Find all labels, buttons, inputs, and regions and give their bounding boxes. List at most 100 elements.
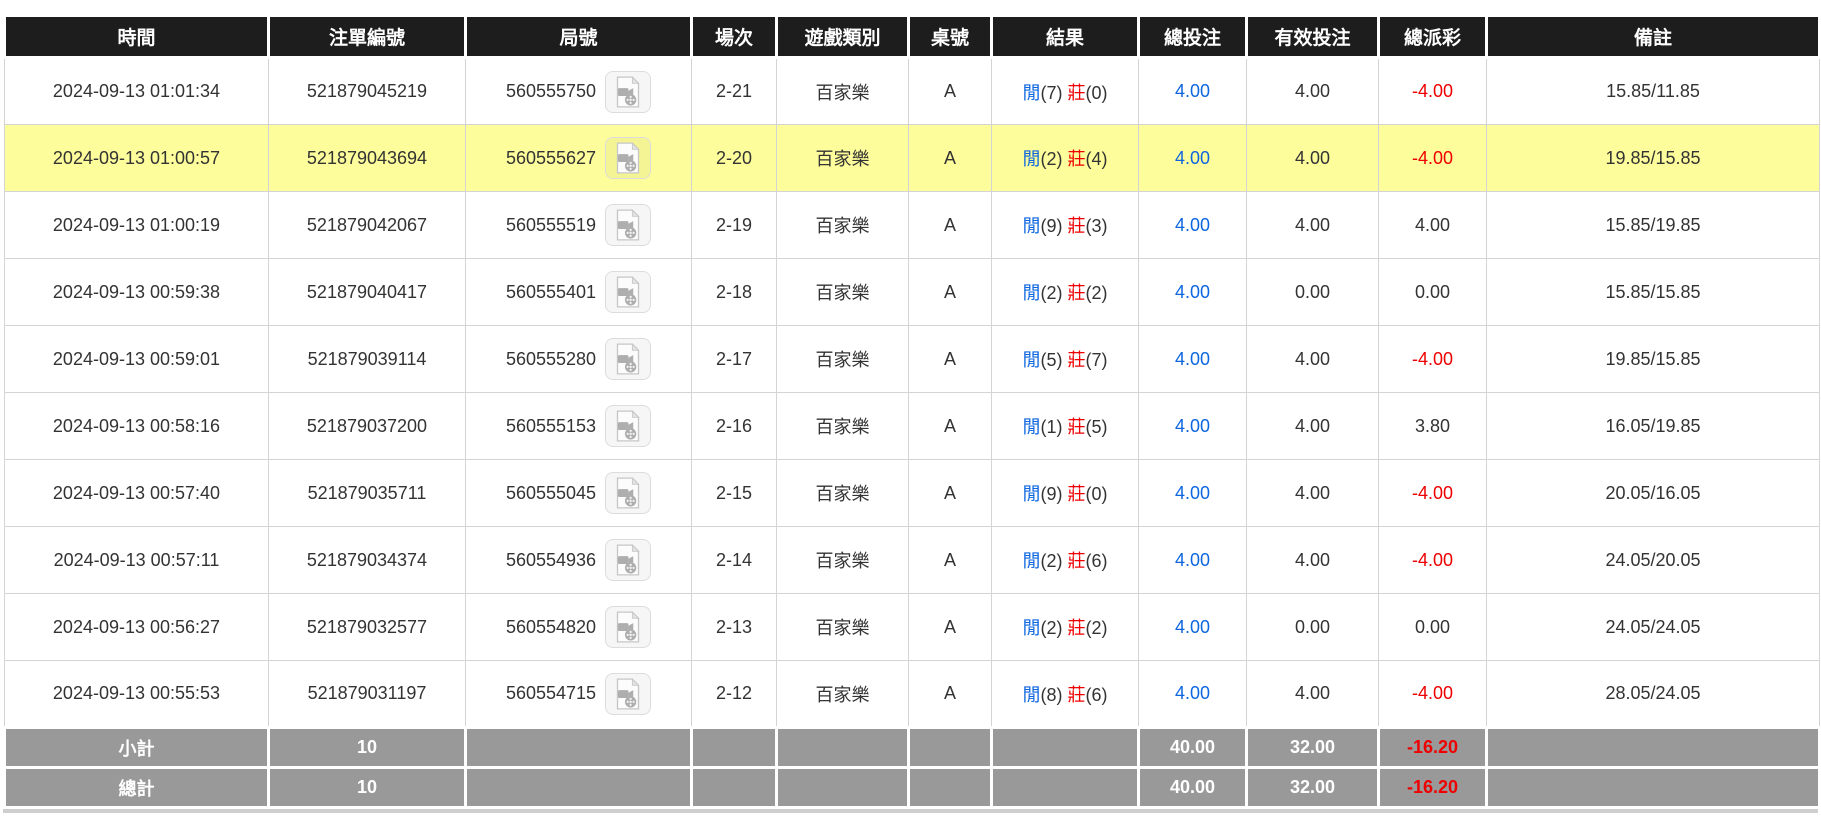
table-row[interactable]: 2024-09-13 01:01:34 521879045219 5605557…	[4, 57, 1820, 125]
summary-empty-remark	[1485, 766, 1821, 809]
summary-label: 總計	[3, 766, 270, 809]
banker-result-label: 莊	[1067, 350, 1086, 370]
time-cell: 2024-09-13 01:01:34	[4, 57, 269, 125]
video-replay-button[interactable]	[605, 672, 652, 715]
banker-result-label: 莊	[1067, 149, 1086, 169]
video-file-icon	[616, 477, 640, 509]
total-bet-cell: 4.00	[1138, 593, 1247, 661]
banker-result-label: 莊	[1067, 216, 1086, 236]
remark-cell: 24.05/20.05	[1486, 526, 1820, 594]
video-file-icon	[616, 75, 640, 108]
payout-cell: 4.00	[1378, 191, 1487, 259]
summary-empty-game-type	[775, 766, 910, 809]
total-bet-link[interactable]: 4.00	[1175, 349, 1210, 369]
summary-empty-session	[690, 766, 778, 809]
video-replay-button[interactable]	[605, 204, 652, 246]
table-no-cell: A	[908, 258, 992, 326]
summary-total-bet: 40.00	[1137, 726, 1248, 769]
round-id-cell: 560555045	[465, 459, 692, 527]
remark-cell: 19.85/15.85	[1486, 124, 1820, 192]
table-row[interactable]: 2024-09-13 01:00:19 521879042067 5605555…	[4, 191, 1820, 259]
banker-result-score: (2)	[1085, 618, 1108, 638]
game-type-cell: 百家樂	[776, 392, 909, 460]
video-replay-button[interactable]	[605, 539, 652, 581]
result-cell: 閒(9) 莊(0)	[991, 459, 1139, 527]
result-cell: 閒(2) 莊(4)	[991, 124, 1139, 192]
table-row[interactable]: 2024-09-13 00:55:53 521879031197 5605547…	[4, 660, 1820, 728]
total-bet-cell: 4.00	[1138, 191, 1247, 259]
total-bet-link[interactable]: 4.00	[1175, 81, 1210, 101]
table-row[interactable]: 2024-09-13 00:58:16 521879037200 5605551…	[4, 392, 1820, 460]
table-row[interactable]: 2024-09-13 00:57:11 521879034374 5605549…	[4, 526, 1820, 594]
table-row[interactable]: 2024-09-13 00:57:40 521879035711 5605550…	[4, 459, 1820, 527]
time-cell: 2024-09-13 01:00:57	[4, 124, 269, 192]
bet-id-cell: 521879043694	[268, 124, 466, 192]
total-bet-link[interactable]: 4.00	[1175, 215, 1210, 235]
game-type-cell: 百家樂	[776, 191, 909, 259]
video-replay-button[interactable]	[605, 338, 652, 380]
valid-bet-cell: 4.00	[1246, 191, 1379, 259]
video-replay-button[interactable]	[605, 606, 652, 648]
round-id-value: 560554715	[505, 683, 597, 703]
bet-id-cell: 521879040417	[268, 258, 466, 326]
total-bet-cell: 4.00	[1138, 392, 1247, 460]
total-bet-link[interactable]: 4.00	[1175, 282, 1210, 302]
banker-result-label: 莊	[1067, 484, 1086, 504]
video-replay-button[interactable]	[605, 271, 652, 313]
session-cell: 2-21	[691, 57, 777, 125]
round-id-value: 560555627	[505, 147, 597, 168]
total-bet-cell: 4.00	[1138, 124, 1247, 192]
table-row[interactable]: 2024-09-13 00:59:01 521879039114 5605552…	[4, 325, 1820, 393]
summary-empty-table-no	[907, 766, 993, 809]
time-cell: 2024-09-13 00:56:27	[4, 593, 269, 661]
session-cell: 2-15	[691, 459, 777, 527]
player-result-score: (8)	[1040, 684, 1063, 705]
total-bet-link[interactable]: 4.00	[1175, 550, 1210, 570]
table-row[interactable]: 2024-09-13 00:56:27 521879032577 5605548…	[4, 593, 1820, 661]
player-result-label: 閒	[1022, 350, 1041, 370]
video-file-icon	[616, 611, 640, 643]
banker-result-score: (4)	[1085, 149, 1108, 169]
round-id-cell: 560555153	[465, 392, 692, 460]
bet-id-cell: 521879039114	[268, 325, 466, 393]
session-cell: 2-17	[691, 325, 777, 393]
total-bet-link[interactable]: 4.00	[1175, 683, 1210, 703]
player-result-score: (9)	[1040, 216, 1063, 236]
table-row[interactable]: 2024-09-13 01:00:57 521879043694 5605556…	[4, 124, 1820, 192]
payout-cell: -4.00	[1378, 459, 1487, 527]
video-replay-button[interactable]	[605, 137, 652, 179]
remark-cell: 15.85/15.85	[1486, 258, 1820, 326]
video-replay-button[interactable]	[605, 472, 652, 514]
round-id-cell: 560554715	[465, 660, 692, 728]
session-cell: 2-20	[691, 124, 777, 192]
video-replay-button[interactable]	[605, 405, 652, 447]
summary-empty-round	[464, 726, 693, 769]
table-row[interactable]: 2024-09-13 00:59:38 521879040417 5605554…	[4, 258, 1820, 326]
total-bet-link[interactable]: 4.00	[1175, 148, 1210, 168]
player-result-label: 閒	[1022, 216, 1041, 236]
video-file-icon	[616, 410, 640, 442]
bet-id-cell: 521879031197	[268, 660, 466, 728]
summary-valid-bet: 32.00	[1245, 726, 1380, 769]
total-bet-link[interactable]: 4.00	[1175, 617, 1210, 637]
summary-count: 10	[267, 726, 467, 769]
total-bet-link[interactable]: 4.00	[1175, 416, 1210, 436]
summary-empty-table-no	[907, 726, 993, 769]
valid-bet-cell: 4.00	[1246, 325, 1379, 393]
banker-result-label: 莊	[1067, 283, 1086, 303]
remark-cell: 16.05/19.85	[1486, 392, 1820, 460]
video-file-icon	[616, 276, 640, 308]
remark-cell: 28.05/24.05	[1486, 660, 1820, 728]
table-no-cell: A	[908, 526, 992, 594]
total-bet-link[interactable]: 4.00	[1175, 483, 1210, 503]
video-replay-button[interactable]	[605, 70, 652, 113]
player-result-label: 閒	[1022, 82, 1041, 103]
game-type-cell: 百家樂	[776, 459, 909, 527]
result-cell: 閒(7) 莊(0)	[991, 57, 1139, 125]
round-id-cell: 560555401	[465, 258, 692, 326]
table-no-cell: A	[908, 660, 992, 728]
table-no-cell: A	[908, 191, 992, 259]
round-id-cell: 560554936	[465, 526, 692, 594]
result-cell: 閒(2) 莊(2)	[991, 258, 1139, 326]
summary-total-payout: -16.20	[1377, 766, 1488, 809]
